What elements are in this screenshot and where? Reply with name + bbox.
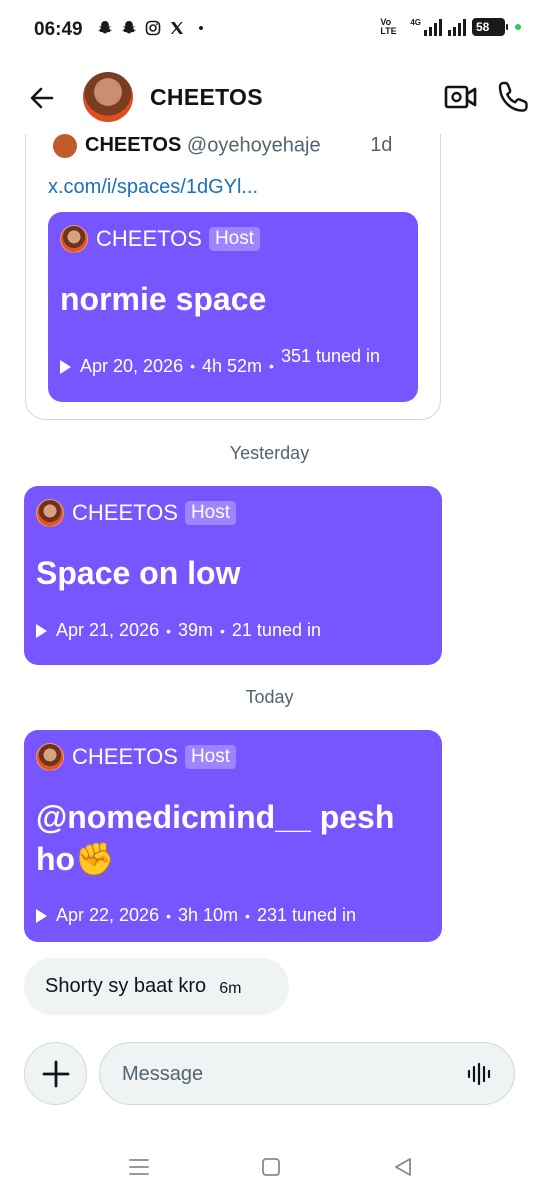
shared-post-handle: @oyehoyehaje bbox=[186, 134, 321, 157]
snapchat-icon bbox=[96, 20, 114, 38]
space-duration: 4h 52m bbox=[201, 356, 263, 376]
host-badge: Host bbox=[208, 227, 261, 251]
status-bar: 06:49 • Vo LTE 4G 58 bbox=[0, 0, 539, 62]
back-nav-button[interactable] bbox=[391, 1155, 415, 1179]
space-date: Apr 20, 2026 bbox=[80, 356, 184, 376]
message-time: 6m bbox=[219, 980, 242, 997]
space-host-name: CHEETOS bbox=[96, 226, 202, 251]
space-listeners: 231 tuned in bbox=[256, 905, 357, 925]
date-divider: Yesterday bbox=[229, 443, 310, 463]
space-meta: Apr 22, 2026 • 3h 10m • 231 tuned in bbox=[36, 905, 356, 926]
play-icon bbox=[36, 908, 47, 923]
space-card[interactable]: CHEETOS Host normie space Apr 20, 2026 •… bbox=[48, 212, 418, 402]
play-icon bbox=[36, 623, 47, 638]
status-time: 06:49 bbox=[34, 19, 83, 40]
video-call-button[interactable] bbox=[444, 82, 478, 112]
recent-apps-button[interactable] bbox=[127, 1155, 151, 1179]
shared-post-age: 1d bbox=[370, 134, 393, 157]
back-button[interactable] bbox=[26, 82, 58, 114]
space-title: normie space bbox=[60, 281, 267, 317]
space-date: Apr 22, 2026 bbox=[56, 905, 160, 925]
phone-icon bbox=[498, 81, 528, 112]
x-icon bbox=[168, 20, 186, 38]
space-meta: Apr 21, 2026 • 39m • 21 tuned in bbox=[36, 620, 321, 641]
message-composer[interactable] bbox=[99, 1042, 515, 1105]
network-type: 4G bbox=[410, 18, 421, 27]
space-host-row: CHEETOS Host bbox=[60, 224, 261, 254]
space-card[interactable]: CHEETOS Host @nomedicmind__ pesh ho✊ Apr… bbox=[24, 730, 442, 942]
system-nav-bar bbox=[0, 1135, 539, 1200]
avatar bbox=[53, 134, 77, 158]
space-date: Apr 21, 2026 bbox=[56, 620, 160, 640]
space-host-name: CHEETOS bbox=[72, 744, 178, 769]
message-input[interactable] bbox=[122, 1057, 442, 1091]
home-button[interactable] bbox=[259, 1155, 283, 1179]
date-divider: Today bbox=[245, 687, 294, 707]
space-title: @nomedicmind__ pesh ho✊ bbox=[36, 799, 395, 877]
system-status: Vo LTE 4G 58 bbox=[380, 18, 521, 36]
space-host-row: CHEETOS Host bbox=[36, 498, 237, 528]
space-card[interactable]: CHEETOS Host Space on low Apr 21, 2026 •… bbox=[24, 486, 442, 665]
space-duration: 39m bbox=[177, 620, 213, 640]
volte-indicator: Vo LTE bbox=[380, 17, 397, 36]
shared-post-author: CHEETOS bbox=[85, 134, 182, 157]
audio-waveform-icon bbox=[467, 1062, 491, 1086]
add-attachment-button[interactable] bbox=[24, 1042, 87, 1105]
triangle-back-icon bbox=[395, 1158, 411, 1176]
space-listeners: 351 tuned in bbox=[280, 346, 381, 366]
battery-icon: 58 bbox=[472, 18, 508, 36]
shared-post-author-row: CHEETOS @oyehoyehaje 1d bbox=[28, 134, 428, 158]
avatar bbox=[36, 499, 64, 527]
space-meta: Apr 20, 2026 • 4h 52m • 351 tuned in bbox=[60, 346, 410, 377]
privacy-indicator bbox=[515, 24, 521, 30]
video-camera-icon bbox=[444, 85, 477, 109]
more-notifications-dot: • bbox=[198, 20, 204, 37]
space-listeners: 21 tuned in bbox=[231, 620, 321, 640]
menu-icon bbox=[129, 1159, 149, 1175]
notification-icons: • bbox=[96, 20, 210, 38]
space-host-row: CHEETOS Host bbox=[36, 742, 237, 772]
avatar bbox=[60, 225, 88, 253]
message-text: Shorty sy baat kro bbox=[45, 975, 207, 997]
instagram-icon bbox=[144, 20, 162, 38]
message-bubble[interactable]: Shorty sy baat kro 6m bbox=[24, 958, 289, 1015]
host-badge: Host bbox=[184, 745, 237, 769]
plus-icon bbox=[42, 1060, 69, 1087]
space-title: Space on low bbox=[36, 555, 241, 591]
host-badge: Host bbox=[184, 501, 237, 525]
avatar bbox=[36, 743, 64, 771]
space-link[interactable]: x.com/i/spaces/1dGYl... bbox=[48, 176, 258, 199]
avatar[interactable] bbox=[83, 72, 133, 122]
snapchat-icon bbox=[120, 20, 138, 38]
signal-icon-2 bbox=[448, 18, 466, 36]
square-icon bbox=[262, 1158, 280, 1176]
arrow-left-icon bbox=[30, 87, 54, 109]
voice-call-button[interactable] bbox=[497, 80, 531, 114]
play-icon bbox=[60, 360, 71, 374]
space-host-name: CHEETOS bbox=[72, 500, 178, 525]
voice-message-button[interactable] bbox=[466, 1061, 492, 1087]
space-duration: 3h 10m bbox=[177, 905, 239, 925]
signal-icon: 4G bbox=[410, 18, 442, 36]
chat-header: CHEETOS bbox=[0, 62, 539, 134]
conversation-title[interactable]: CHEETOS bbox=[150, 84, 263, 111]
